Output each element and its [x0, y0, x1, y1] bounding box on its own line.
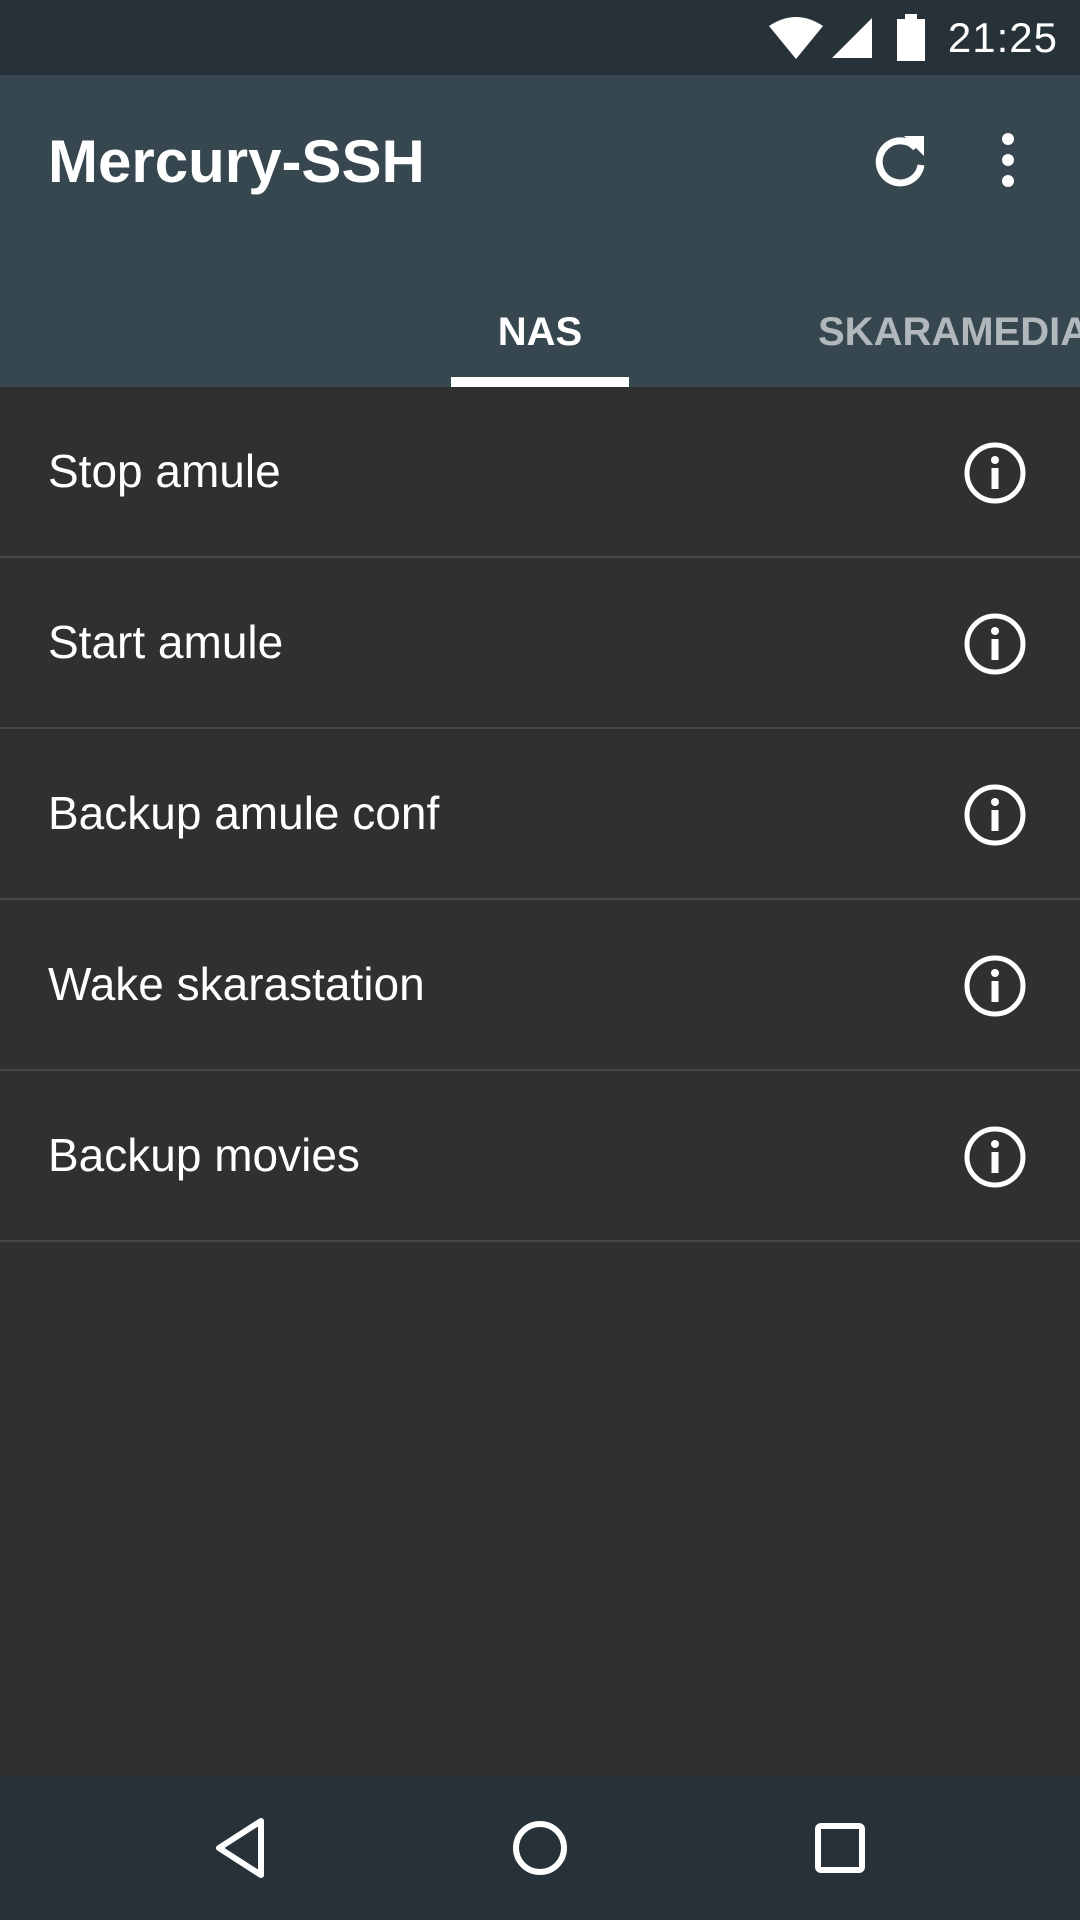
- command-label: Stop amule: [48, 445, 281, 497]
- app-bar: Mercury-SSH NAS SKARAMEDIA: [0, 75, 1080, 387]
- battery-icon: [896, 13, 925, 61]
- tab-indicator: [451, 377, 629, 387]
- status-icons: 21:25: [768, 0, 1058, 75]
- command-item-start-amule[interactable]: Start amule: [0, 558, 1080, 729]
- home-icon: [513, 1821, 567, 1875]
- refresh-button[interactable]: [855, 115, 945, 205]
- command-label: Backup movies: [48, 1129, 360, 1181]
- tab-bar: NAS SKARAMEDIA: [0, 287, 1080, 387]
- command-item-backup-movies[interactable]: Backup movies: [0, 1071, 1080, 1242]
- command-label: Wake skarastation: [48, 958, 425, 1010]
- more-vertical-icon: [1002, 133, 1014, 187]
- command-item-stop-amule[interactable]: Stop amule: [0, 387, 1080, 558]
- overflow-menu-button[interactable]: [963, 115, 1053, 205]
- navigation-bar: [0, 1776, 1080, 1920]
- cell-signal-icon: [831, 17, 872, 58]
- info-icon[interactable]: [962, 440, 1028, 506]
- command-label: Backup amule conf: [48, 787, 440, 839]
- home-button[interactable]: [490, 1798, 590, 1898]
- info-icon[interactable]: [962, 782, 1028, 848]
- command-item-wake-skarastation[interactable]: Wake skarastation: [0, 900, 1080, 1071]
- command-item-backup-amule-conf[interactable]: Backup amule conf: [0, 729, 1080, 900]
- info-icon[interactable]: [962, 1124, 1028, 1190]
- refresh-icon: [875, 136, 925, 187]
- recents-icon: [815, 1823, 865, 1873]
- status-bar: 21:25: [0, 0, 1080, 75]
- info-icon[interactable]: [962, 953, 1028, 1019]
- recents-button[interactable]: [790, 1798, 890, 1898]
- back-button[interactable]: [191, 1798, 291, 1898]
- back-icon: [216, 1818, 264, 1878]
- command-list: Stop amule Start amule Backup amule conf…: [0, 387, 1080, 1242]
- app-title: Mercury-SSH: [48, 128, 425, 195]
- tab-nas[interactable]: NAS: [451, 287, 629, 387]
- command-label: Start amule: [48, 616, 284, 668]
- info-icon[interactable]: [962, 611, 1028, 677]
- tab-skaramedia[interactable]: SKARAMEDIA: [818, 287, 1080, 387]
- wifi-icon: [768, 16, 823, 59]
- status-time: 21:25: [947, 13, 1058, 61]
